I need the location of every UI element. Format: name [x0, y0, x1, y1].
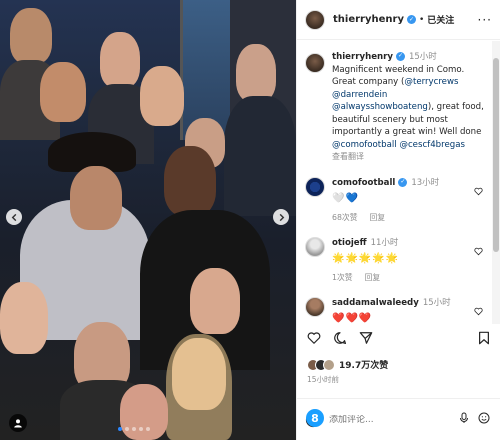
post-caption: thierryhenry ✓ 15小时 Magnificent weekend in… — [305, 51, 485, 164]
mention-link[interactable]: @cescf4bregas — [399, 140, 465, 150]
spectator-figure — [10, 8, 52, 64]
tagged-users-button[interactable] — [9, 414, 27, 432]
spectator-figure — [120, 384, 168, 440]
comment-bar-tools — [458, 412, 490, 424]
see-translation-link[interactable]: 查看翻译 — [332, 152, 364, 161]
comment-username[interactable]: comofootball — [332, 178, 395, 188]
comment-username[interactable]: saddamalwaleedy — [332, 298, 419, 308]
reply-button[interactable]: 回复 — [370, 213, 386, 222]
mention-link[interactable]: @alwaysshowboateng — [332, 102, 428, 112]
spectator-figure — [164, 146, 216, 216]
smile-icon[interactable] — [478, 412, 490, 424]
carousel-dots — [118, 427, 150, 431]
more-options-icon[interactable]: ··· — [478, 13, 492, 27]
spectator-figure — [40, 62, 86, 122]
spectator-figure — [140, 66, 184, 126]
comment-input[interactable] — [329, 414, 439, 425]
mention-link[interactable]: @comofootball — [332, 140, 397, 150]
verified-badge-icon: ✓ — [395, 52, 405, 61]
spectator-hair — [166, 334, 232, 440]
comment-time: 13小时 — [411, 177, 440, 188]
likes-summary[interactable]: 19.7万次赞 — [307, 358, 388, 371]
carousel-dot — [139, 427, 143, 431]
reply-button[interactable]: 回复 — [365, 273, 381, 282]
like-comment-heart-icon[interactable] — [474, 301, 483, 320]
bookmark-icon[interactable] — [477, 331, 491, 345]
verified-badge-icon: ✓ — [406, 15, 416, 24]
avatar[interactable] — [305, 236, 325, 257]
list-item: otiojeff 11小时 🌟🌟🌟🌟🌟 1次赞 回复 — [305, 236, 485, 284]
carousel-dot — [118, 427, 122, 431]
caption-time: 15小时 — [408, 52, 437, 62]
avatar[interactable] — [305, 53, 325, 73]
comment-username[interactable]: otiojeff — [332, 238, 367, 248]
spectator-figure — [0, 282, 48, 354]
carousel-dot — [146, 427, 150, 431]
comment-icon[interactable] — [333, 331, 347, 345]
comment-text: 🤍💙 — [332, 192, 359, 204]
comment-text: 🌟🌟🌟🌟🌟 — [332, 252, 400, 264]
avatar[interactable] — [305, 176, 325, 197]
carousel-prev-button[interactable] — [6, 209, 22, 225]
likes-count[interactable]: 19.7万次赞 — [339, 358, 388, 371]
microphone-icon[interactable] — [458, 412, 470, 424]
avatar[interactable] — [305, 296, 325, 317]
comment-text: ❤️❤️❤️ — [332, 312, 373, 324]
comment-likes[interactable]: 68次赞 — [332, 213, 358, 222]
carousel-dot — [125, 427, 129, 431]
comments-list: thierryhenry ✓ 15小时 Magnificent weekend in… — [297, 41, 493, 324]
avatar[interactable] — [305, 9, 325, 30]
spectator-figure — [236, 44, 276, 102]
spectator-figure — [100, 32, 140, 88]
verified-badge-icon: ✓ — [398, 177, 408, 187]
carousel-next-button[interactable] — [273, 209, 289, 225]
list-item: saddamalwaleedy 15小时 ❤️❤️❤️ — [305, 296, 485, 325]
share-icon[interactable] — [359, 331, 373, 345]
header-separator: • — [418, 14, 425, 25]
post-side-panel: thierryhenry ✓ • 已关注 ··· thierryhenry ✓ 15… — [296, 0, 500, 440]
spectator-body — [224, 96, 296, 216]
user-icon — [14, 419, 22, 428]
header-username[interactable]: thierryhenry — [333, 14, 404, 25]
like-comment-heart-icon[interactable] — [474, 241, 483, 260]
comment-time: 11小时 — [370, 237, 399, 248]
mention-link[interactable]: @darrendein — [332, 90, 387, 100]
spectator-figure — [190, 268, 240, 334]
list-item: comofootball ✓ 13小时 🤍💙 68次赞 回复 — [305, 176, 485, 224]
comment-likes[interactable]: 1次赞 — [332, 273, 353, 282]
heart-icon[interactable] — [307, 331, 321, 345]
chevron-left-icon — [11, 213, 16, 221]
caption-username[interactable]: thierryhenry — [332, 52, 393, 62]
carousel-dot — [132, 427, 136, 431]
spectator-figure — [70, 166, 122, 230]
post-timestamp: 15小时前 — [307, 375, 340, 384]
like-comment-heart-icon[interactable] — [474, 181, 483, 200]
post-photo[interactable] — [0, 0, 296, 440]
scrollbar-thumb[interactable] — [493, 58, 499, 252]
follow-status-button[interactable]: 已关注 — [427, 13, 454, 26]
post-header: thierryhenry ✓ • 已关注 ··· — [297, 0, 500, 40]
comment-time: 15小时 — [422, 297, 451, 308]
chevron-right-icon — [279, 213, 284, 221]
mention-link[interactable]: @terrycrews — [404, 77, 458, 87]
avatar — [323, 358, 335, 371]
post-actions — [297, 330, 500, 346]
app-logo-badge[interactable]: 8 — [306, 409, 324, 427]
